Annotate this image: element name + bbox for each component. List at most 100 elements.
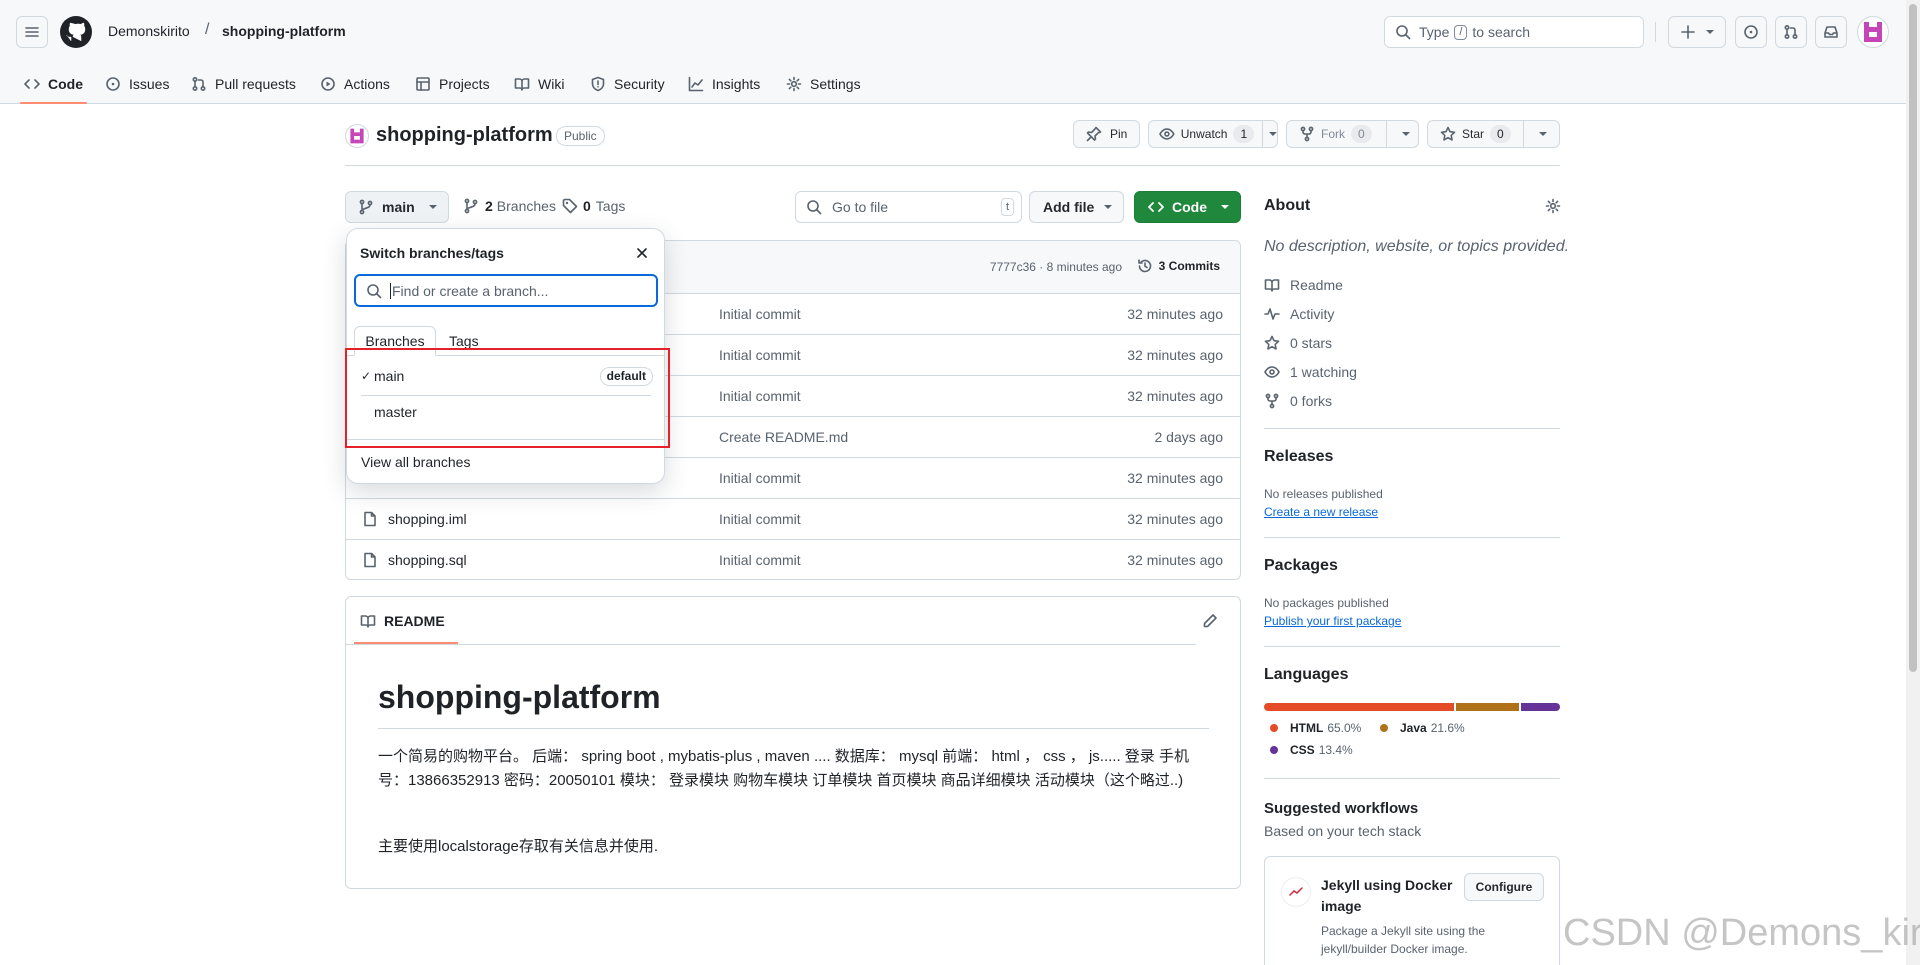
file-commit[interactable]: Initial commit [719, 470, 801, 486]
file-commit[interactable]: Create README.md [719, 429, 848, 445]
configure-button[interactable]: Configure [1464, 873, 1544, 901]
tab-actions[interactable]: Actions [320, 64, 390, 104]
about-readme[interactable]: Readme [1264, 277, 1343, 293]
branch-filter-input[interactable]: Find or create a branch... [354, 274, 658, 307]
readme-paragraph: 一个简易的购物平台。 后端： spring boot , mybatis-plu… [378, 748, 1189, 789]
sidebar-divider [1264, 778, 1560, 779]
tab-insights[interactable]: Insights [688, 64, 760, 104]
tab-pull-requests[interactable]: Pull requests [191, 64, 296, 104]
readme-tab[interactable]: README [354, 597, 458, 644]
file-commit[interactable]: Initial commit [719, 306, 801, 322]
commit-hash-time[interactable]: 7777c36 · 8 minutes ago [990, 260, 1122, 274]
about-readme-label: Readme [1290, 277, 1343, 293]
tab-projects[interactable]: Projects [415, 64, 490, 104]
go-to-file-placeholder: Go to file [832, 199, 889, 215]
tab-security-label: Security [614, 76, 665, 92]
hamburger-icon [25, 27, 39, 37]
gear-icon[interactable] [1545, 198, 1561, 214]
releases-title[interactable]: Releases [1264, 448, 1333, 466]
file-icon [364, 511, 376, 527]
tab-code-label: Code [48, 76, 83, 92]
star-label: Star [1462, 127, 1485, 141]
about-forks[interactable]: 0 forks [1264, 393, 1332, 409]
branches-link[interactable]: 2 Branches [463, 198, 556, 214]
view-all-branches-link[interactable]: View all branches [361, 454, 470, 470]
star-button[interactable]: Star 0 [1427, 120, 1560, 148]
search-icon [807, 200, 822, 215]
add-file-button[interactable]: Add file [1029, 191, 1124, 223]
readme-heading: shopping-platform [378, 679, 661, 715]
language-css[interactable]: CSS 13.4% [1270, 743, 1353, 757]
go-to-file-input[interactable]: Go to file t [795, 191, 1022, 223]
readme-box: README shopping-platform 一个简易的购物平台。 后端： … [345, 596, 1241, 889]
file-row[interactable]: shopping.iml Initial commit 32 minutes a… [346, 498, 1240, 539]
about-activity[interactable]: Activity [1264, 306, 1334, 322]
language-dot [1270, 746, 1278, 754]
scrollbar-thumb[interactable] [1909, 4, 1917, 672]
commits-link[interactable]: 3 Commits [1137, 258, 1220, 274]
tags-link[interactable]: 0 Tags [562, 198, 625, 214]
close-icon[interactable] [634, 245, 650, 261]
play-icon [321, 77, 335, 91]
issues-button[interactable] [1735, 16, 1767, 48]
repo-title[interactable]: shopping-platform [376, 124, 553, 147]
tab-code[interactable]: Code [20, 64, 87, 104]
user-avatar[interactable] [1857, 16, 1889, 48]
tab-security[interactable]: Security [590, 64, 665, 104]
fork-count: 0 [1351, 125, 1372, 143]
file-row[interactable]: shopping.sql Initial commit 32 minutes a… [346, 539, 1240, 579]
tab-wiki[interactable]: Wiki [514, 64, 564, 104]
file-commit[interactable]: Initial commit [719, 511, 801, 527]
code-button[interactable]: Code [1134, 191, 1241, 223]
file-time: 32 minutes ago [1127, 388, 1223, 404]
language-java[interactable]: Java 21.6% [1380, 721, 1465, 735]
visibility-badge: Public [556, 126, 605, 146]
global-search[interactable]: Type / to search [1384, 16, 1644, 48]
inbox-button[interactable] [1815, 16, 1847, 48]
scrollbar-track[interactable] [1906, 0, 1920, 965]
about-stars[interactable]: 0 stars [1264, 335, 1332, 351]
pin-button[interactable]: Pin [1073, 120, 1140, 148]
commits-label: 3 Commits [1158, 259, 1220, 273]
create-new-button[interactable] [1668, 16, 1726, 48]
file-commit[interactable]: Initial commit [719, 388, 801, 404]
star-divider [1522, 121, 1524, 147]
breadcrumb-owner[interactable]: Demonskirito [108, 23, 190, 39]
file-name[interactable]: shopping.sql [388, 552, 467, 568]
pencil-icon[interactable] [1202, 613, 1218, 629]
file-commit[interactable]: Initial commit [719, 347, 801, 363]
language-html[interactable]: HTML 65.0% [1270, 721, 1361, 735]
tab-projects-label: Projects [439, 76, 490, 92]
tab-issues[interactable]: Issues [105, 64, 169, 104]
caret-down-icon[interactable] [1401, 130, 1410, 138]
breadcrumb-repo[interactable]: shopping-platform [222, 23, 346, 39]
unwatch-button[interactable]: Unwatch 1 [1148, 120, 1278, 148]
github-logo[interactable] [60, 16, 92, 48]
about-title: About [1264, 197, 1311, 214]
branch-selector[interactable]: main [345, 191, 449, 223]
file-commit[interactable]: Initial commit [719, 552, 801, 568]
pull-requests-button[interactable] [1775, 16, 1807, 48]
branch-filter-placeholder: Find or create a branch... [392, 282, 549, 299]
code-icon [1148, 202, 1164, 212]
caret-down-icon [1104, 205, 1113, 209]
about-watching[interactable]: 1 watching [1264, 364, 1357, 380]
tab-settings[interactable]: Settings [786, 64, 861, 104]
workflow-card-title[interactable]: Jekyll using Docker image [1321, 875, 1461, 917]
caret-down-icon[interactable] [1269, 130, 1277, 138]
publish-package-link[interactable]: Publish your first package [1264, 614, 1401, 628]
text-cursor [390, 282, 391, 299]
caret-down-icon[interactable] [1538, 130, 1547, 138]
create-release-link[interactable]: Create a new release [1264, 505, 1378, 519]
file-name[interactable]: shopping.iml [388, 511, 467, 527]
fork-button[interactable]: Fork 0 [1286, 120, 1419, 148]
menu-button[interactable] [16, 16, 48, 48]
star-count: 0 [1490, 125, 1511, 143]
tab-issues-label: Issues [129, 76, 170, 92]
book-icon [1264, 279, 1280, 292]
packages-title[interactable]: Packages [1264, 557, 1338, 575]
tab-tags[interactable]: Tags [449, 333, 479, 349]
star-icon [1264, 335, 1280, 350]
file-time: 32 minutes ago [1127, 347, 1223, 363]
jekyll-logo [1281, 877, 1311, 907]
